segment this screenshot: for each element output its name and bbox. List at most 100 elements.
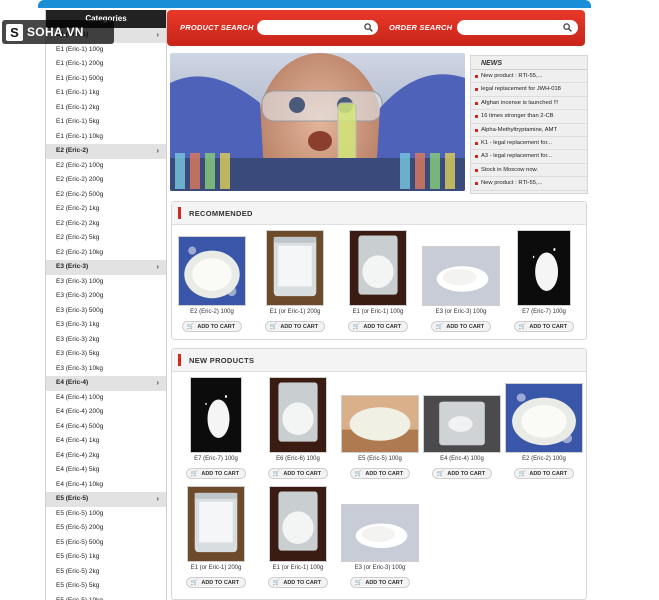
- category-link[interactable]: E2 (Eric-2) 1kg: [46, 202, 166, 217]
- news-link[interactable]: Stock in Moscow now.: [471, 164, 587, 178]
- category-link[interactable]: E5 (Eric-5) 500g: [46, 536, 166, 551]
- category-link[interactable]: E3 (Eric-3) 1kg: [46, 318, 166, 333]
- add-to-cart-button[interactable]: 🛒 ADD TO CART: [513, 468, 575, 479]
- category-link[interactable]: E2 (Eric-2) 100g: [46, 159, 166, 174]
- add-to-cart-button[interactable]: 🛒 ADD TO CART: [185, 577, 247, 588]
- category-link[interactable]: E2 (Eric-2) 500g: [46, 188, 166, 203]
- top-accent-bar: [38, 0, 591, 8]
- category-link[interactable]: E4 (Eric-4) 5kg: [46, 463, 166, 478]
- product-name[interactable]: E2 (Eric-2) 100g: [172, 309, 252, 315]
- product-image[interactable]: [190, 377, 242, 453]
- category-heading[interactable]: E5 (Eric-5) ›: [46, 492, 166, 507]
- add-to-cart-button[interactable]: 🛒 ADD TO CART: [431, 468, 493, 479]
- product-name[interactable]: E1 (or Eric-1) 100g: [338, 309, 418, 315]
- product-card: E7 (Eric-7) 100g 🛒 ADD TO CART: [504, 230, 584, 333]
- cart-icon: 🛒: [272, 471, 281, 477]
- category-label: E4 (Eric-4) 100g: [56, 393, 104, 401]
- product-name[interactable]: E3 (or Eric-3) 100g: [421, 309, 501, 315]
- product-search-input[interactable]: [257, 20, 378, 35]
- category-heading[interactable]: E4 (Eric-4) ›: [46, 376, 166, 391]
- category-link[interactable]: E3 (Eric-3) 200g: [46, 289, 166, 304]
- category-link[interactable]: E5 (Eric-5) 1kg: [46, 550, 166, 565]
- category-heading[interactable]: E2 (Eric-2) ›: [46, 144, 166, 159]
- add-to-cart-button[interactable]: 🛒 ADD TO CART: [185, 468, 247, 479]
- category-link[interactable]: E5 (Eric-5) 200g: [46, 521, 166, 536]
- product-name[interactable]: E7 (Eric-7) 100g: [176, 456, 256, 462]
- product-image[interactable]: [349, 230, 407, 306]
- category-link[interactable]: E4 (Eric-4) 2kg: [46, 449, 166, 464]
- product-name[interactable]: E4 (Eric-4) 100g: [422, 456, 502, 462]
- news-link[interactable]: legal replacement for JWH-018: [471, 191, 587, 193]
- category-link[interactable]: E1 (Eric-1) 10kg: [46, 130, 166, 145]
- news-link[interactable]: 16 times stronger than 2-CB: [471, 110, 587, 124]
- product-name[interactable]: E1 (or Eric-1) 100g: [258, 565, 338, 571]
- search-icon[interactable]: [364, 23, 373, 32]
- category-link[interactable]: E5 (Eric-5) 5kg: [46, 579, 166, 594]
- category-link[interactable]: E2 (Eric-2) 2kg: [46, 217, 166, 232]
- news-link[interactable]: Afghan incense is launched !!!: [471, 97, 587, 111]
- product-name[interactable]: E6 (Eric-6) 100g: [258, 456, 338, 462]
- add-to-cart-button[interactable]: 🛒 ADD TO CART: [349, 577, 411, 588]
- product-image[interactable]: [505, 383, 583, 453]
- category-link[interactable]: E3 (Eric-3) 10kg: [46, 362, 166, 377]
- category-link[interactable]: E4 (Eric-4) 200g: [46, 405, 166, 420]
- category-link[interactable]: E1 (Eric-1) 500g: [46, 72, 166, 87]
- product-name[interactable]: E2 (Eric-2) 100g: [504, 456, 584, 462]
- product-card: E5 (Eric-5) 100g 🛒 ADD TO CART: [340, 395, 420, 480]
- product-image[interactable]: [423, 395, 501, 453]
- add-to-cart-button[interactable]: 🛒 ADD TO CART: [267, 577, 329, 588]
- product-image[interactable]: [517, 230, 571, 306]
- category-link[interactable]: E5 (Eric-5) 2kg: [46, 565, 166, 580]
- news-link[interactable]: New product : RTI-55,...: [471, 177, 587, 191]
- category-link[interactable]: E4 (Eric-4) 1kg: [46, 434, 166, 449]
- category-link[interactable]: E5 (Eric-5) 100g: [46, 507, 166, 522]
- product-image[interactable]: [341, 395, 419, 453]
- add-to-cart-button[interactable]: 🛒 ADD TO CART: [181, 321, 243, 332]
- category-link[interactable]: E1 (Eric-1) 2kg: [46, 101, 166, 116]
- news-link[interactable]: Alpha-Methyltryptamine, AMT: [471, 124, 587, 137]
- add-to-cart-button[interactable]: 🛒 ADD TO CART: [513, 321, 575, 332]
- category-link[interactable]: E2 (Eric-2) 10kg: [46, 246, 166, 261]
- category-link[interactable]: E1 (Eric-1) 200g: [46, 57, 166, 72]
- category-link[interactable]: E4 (Eric-4) 100g: [46, 391, 166, 406]
- category-link[interactable]: E3 (Eric-3) 500g: [46, 304, 166, 319]
- category-link[interactable]: E3 (Eric-3) 2kg: [46, 333, 166, 348]
- product-image[interactable]: [269, 486, 327, 562]
- category-link[interactable]: E4 (Eric-4) 500g: [46, 420, 166, 435]
- category-link[interactable]: E3 (Eric-3) 100g: [46, 275, 166, 290]
- product-name[interactable]: E1 (or Eric-1) 200g: [255, 309, 335, 315]
- product-name[interactable]: E3 (or Eric-3) 100g: [340, 565, 420, 571]
- product-image[interactable]: [266, 230, 324, 306]
- category-link[interactable]: E4 (Eric-4) 10kg: [46, 478, 166, 493]
- category-link[interactable]: E1 (Eric-1) 5kg: [46, 115, 166, 130]
- news-link[interactable]: legal replacement for JWH-018: [471, 83, 587, 97]
- category-link[interactable]: E2 (Eric-2) 200g: [46, 173, 166, 188]
- product-image[interactable]: [269, 377, 327, 453]
- add-to-cart-button[interactable]: 🛒 ADD TO CART: [430, 321, 492, 332]
- category-link[interactable]: E5 (Eric-5) 10kg: [46, 594, 166, 600]
- news-link[interactable]: K1 - legal replacement for...: [471, 137, 587, 151]
- add-to-cart-button[interactable]: 🛒 ADD TO CART: [347, 321, 409, 332]
- category-link[interactable]: E2 (Eric-2) 5kg: [46, 231, 166, 246]
- add-to-cart-button[interactable]: 🛒 ADD TO CART: [267, 468, 329, 479]
- product-card: E7 (Eric-7) 100g 🛒 ADD TO CART: [176, 377, 256, 480]
- order-search-input[interactable]: [457, 20, 578, 35]
- category-link[interactable]: E3 (Eric-3) 5kg: [46, 347, 166, 362]
- news-link[interactable]: A3 - legal replacement for...: [471, 150, 587, 164]
- chevron-right-icon: ›: [156, 262, 159, 271]
- product-card: E1 (or Eric-1) 200g 🛒 ADD TO CART: [176, 486, 256, 589]
- category-link[interactable]: E1 (Eric-1) 1kg: [46, 86, 166, 101]
- add-to-cart-button[interactable]: 🛒 ADD TO CART: [349, 468, 411, 479]
- product-image[interactable]: [178, 236, 246, 306]
- product-name[interactable]: E1 (or Eric-1) 200g: [176, 565, 256, 571]
- search-icon[interactable]: [563, 23, 572, 32]
- product-image[interactable]: [187, 486, 245, 562]
- news-link[interactable]: New product : RTI-55,...: [471, 70, 587, 84]
- product-image[interactable]: [341, 504, 419, 562]
- product-name[interactable]: E7 (Eric-7) 100g: [504, 309, 584, 315]
- product-image[interactable]: [422, 246, 500, 306]
- category-link[interactable]: E1 (Eric-1) 100g: [46, 43, 166, 58]
- product-name[interactable]: E5 (Eric-5) 100g: [340, 456, 420, 462]
- add-to-cart-button[interactable]: 🛒 ADD TO CART: [264, 321, 326, 332]
- category-heading[interactable]: E3 (Eric-3) ›: [46, 260, 166, 275]
